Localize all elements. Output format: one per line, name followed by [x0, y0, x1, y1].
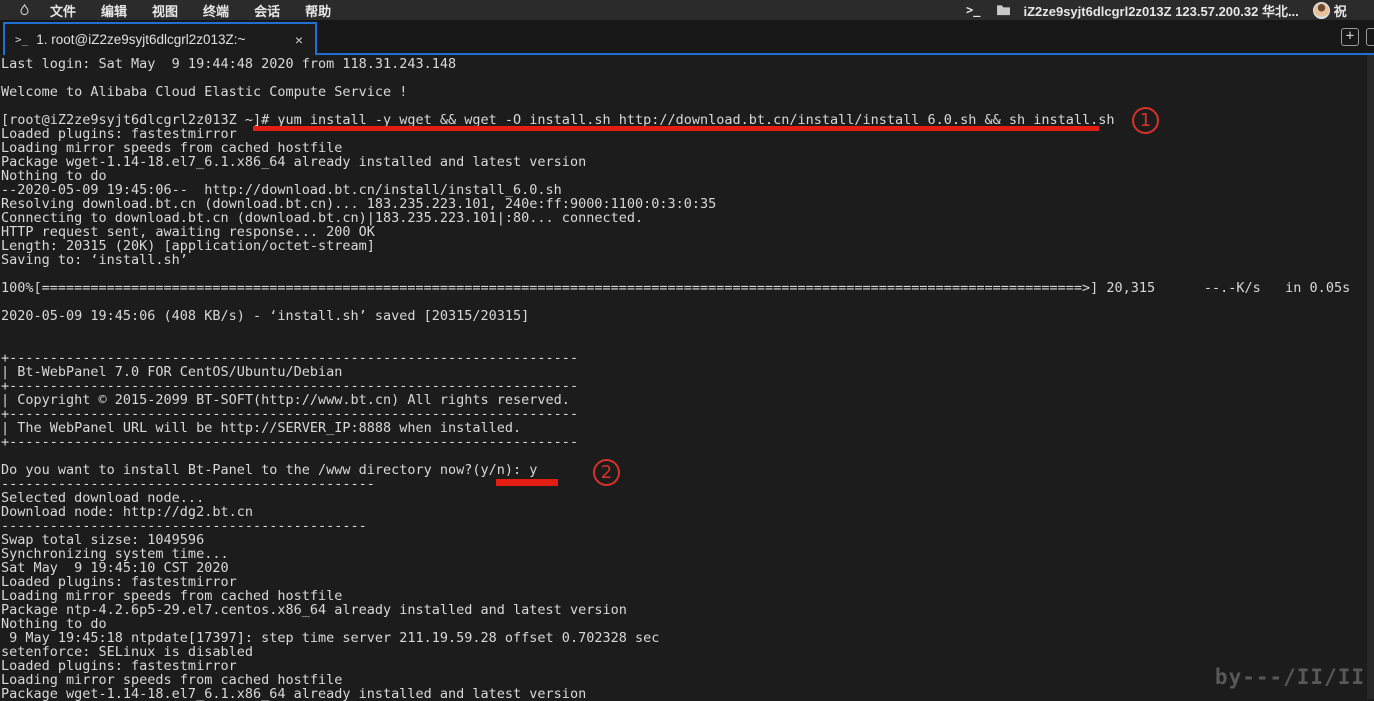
- tabbar-rest: +: [317, 20, 1374, 55]
- menu-terminal[interactable]: 终端: [203, 1, 229, 20]
- scrollbar[interactable]: [1367, 55, 1374, 699]
- new-tab-button[interactable]: +: [1341, 27, 1359, 46]
- droplet-app-icon: [18, 2, 31, 18]
- terminal-tab-title: 1. root@iZ2ze9syjt6dlcgrl2z013Z:~: [36, 32, 246, 47]
- watermark: by---/II/II: [1214, 665, 1365, 689]
- menubar: 文件 编辑 视图 终端 会话 帮助 >_ iZ2ze9syjt6dlcgrl2z…: [0, 0, 1374, 20]
- menu-edit[interactable]: 编辑: [101, 1, 127, 20]
- menubar-right: >_ iZ2ze9syjt6dlcgrl2z013Z 123.57.200.32…: [966, 0, 1348, 20]
- menu-help[interactable]: 帮助: [305, 1, 331, 20]
- user-avatar[interactable]: [1312, 1, 1330, 19]
- menu-items: 文件 编辑 视图 终端 会话 帮助: [50, 1, 331, 20]
- annotation-step2-marker: 2: [593, 459, 620, 486]
- annotation-answer-underline: [496, 479, 558, 486]
- menu-file[interactable]: 文件: [50, 1, 76, 20]
- tabbar: >_ 1. root@iZ2ze9syjt6dlcgrl2z013Z:~ × +: [0, 20, 1374, 55]
- menu-session[interactable]: 会话: [254, 1, 280, 20]
- terminal-tab-icon: >_: [15, 33, 29, 46]
- folder-icon[interactable]: [996, 4, 1011, 16]
- host-summary: iZ2ze9syjt6dlcgrl2z013Z 123.57.200.32 华北…: [1023, 3, 1299, 19]
- menu-view[interactable]: 视图: [152, 1, 178, 20]
- terminal-tab[interactable]: >_ 1. root@iZ2ze9syjt6dlcgrl2z013Z:~ ×: [3, 22, 317, 55]
- split-view-button[interactable]: [1366, 27, 1374, 46]
- user-name-label: 祝: [1333, 3, 1347, 19]
- annotation-step1-label: 1: [1139, 110, 1152, 131]
- terminal-area[interactable]: Last login: Sat May 9 19:44:48 2020 from…: [0, 55, 1374, 701]
- annotation-command-underline: [253, 126, 1099, 131]
- annotation-step2-label: 2: [600, 462, 613, 483]
- annotation-step1-marker: 1: [1132, 107, 1159, 134]
- tab-close-icon[interactable]: ×: [293, 32, 305, 48]
- terminal-output: Last login: Sat May 9 19:44:48 2020 from…: [1, 56, 1351, 701]
- terminal-prompt-icon[interactable]: >_: [966, 3, 980, 17]
